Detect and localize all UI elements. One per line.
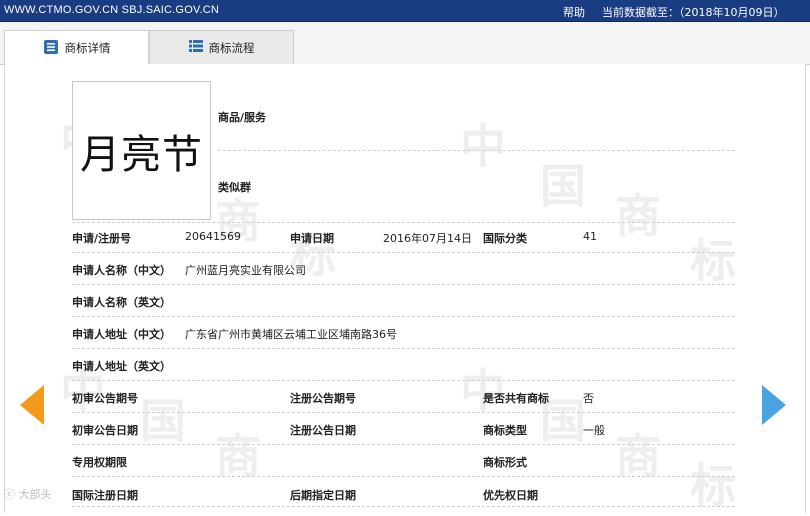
mark-type-label: 商标类型 (483, 424, 527, 437)
divider (72, 412, 735, 413)
watermark-char: 中 (460, 119, 506, 173)
watermark-char: 商 (615, 189, 661, 243)
site-url[interactable]: WWW.CTMO.GOV.CN SBJ.SAIC.GOV.CN (4, 4, 219, 16)
app-date-value: 2016年07月14日 (383, 232, 472, 245)
priority-date-label: 优先权日期 (483, 489, 538, 502)
help-link[interactable]: 帮助 (563, 4, 585, 20)
divider (72, 380, 735, 381)
divider (218, 150, 735, 151)
reg-no-value: 20641569 (185, 230, 241, 243)
divider (72, 316, 735, 317)
prelim-no-label: 初审公告期号 (72, 392, 138, 405)
later-date-label: 后期指定日期 (290, 489, 356, 502)
mark-form-label: 商标形式 (483, 456, 527, 469)
applicant-cn-label: 申请人名称（中文） (72, 264, 171, 277)
intl-reg-date-label: 国际注册日期 (72, 489, 138, 502)
exclusive-period-label: 专用权期限 (72, 456, 127, 469)
shared-mark-value: 否 (583, 392, 594, 405)
divider (72, 284, 735, 285)
watermark-char: 标 (690, 234, 736, 288)
divider (72, 476, 735, 477)
goods-label: 商品/服务 (218, 111, 267, 124)
divider (72, 506, 735, 507)
address-en-label: 申请人地址（英文） (72, 360, 171, 373)
tab-label: 商标详情 (64, 41, 111, 55)
similar-group-label: 类似群 (218, 181, 251, 194)
tab-label: 商标流程 (208, 40, 255, 55)
mark-type-value: 一般 (583, 424, 605, 437)
watermark-icon: ⓒ (4, 488, 19, 501)
address-cn-label: 申请人地址（中文） (72, 328, 171, 341)
watermark-char: 国 (140, 394, 186, 448)
watermark-char: 国 (540, 159, 586, 213)
prev-arrow-icon[interactable] (20, 385, 44, 425)
data-date: 当前数据截至：（2018年10月09日） (602, 6, 785, 19)
trademark-image: 月亮节 (72, 81, 211, 220)
tab-trademark-flow[interactable]: 商标流程 (149, 30, 294, 64)
applicant-cn-value: 广州蓝月亮实业有限公司 (185, 264, 306, 277)
shared-mark-label: 是否共有商标 (483, 392, 549, 405)
intl-class-label: 国际分类 (483, 232, 527, 245)
divider (72, 444, 735, 445)
watermark-text: 大部头 (18, 488, 52, 501)
document-icon (43, 39, 59, 58)
reg-no-label: 申请/注册号 (72, 232, 132, 245)
next-arrow-icon[interactable] (762, 385, 786, 425)
prelim-date-label: 初审公告日期 (72, 424, 138, 437)
source-watermark: ⓒ 大部头 (4, 486, 52, 502)
list-icon (188, 39, 203, 56)
divider (72, 222, 735, 223)
divider (72, 348, 735, 349)
intl-class-value: 41 (583, 230, 597, 243)
tab-bar: 商标详情 商标流程 (0, 22, 810, 65)
divider (72, 252, 735, 253)
tab-trademark-details[interactable]: 商标详情 (4, 30, 149, 65)
app-date-label: 申请日期 (290, 232, 334, 245)
applicant-en-label: 申请人名称（英文） (72, 296, 171, 309)
reg-pub-no-label: 注册公告期号 (290, 392, 356, 405)
top-bar: WWW.CTMO.GOV.CN SBJ.SAIC.GOV.CN 帮助 当前数据截… (0, 0, 810, 22)
address-cn-value: 广东省广州市黄埔区云埔工业区埔南路36号 (185, 328, 397, 341)
reg-pub-date-label: 注册公告日期 (290, 424, 356, 437)
